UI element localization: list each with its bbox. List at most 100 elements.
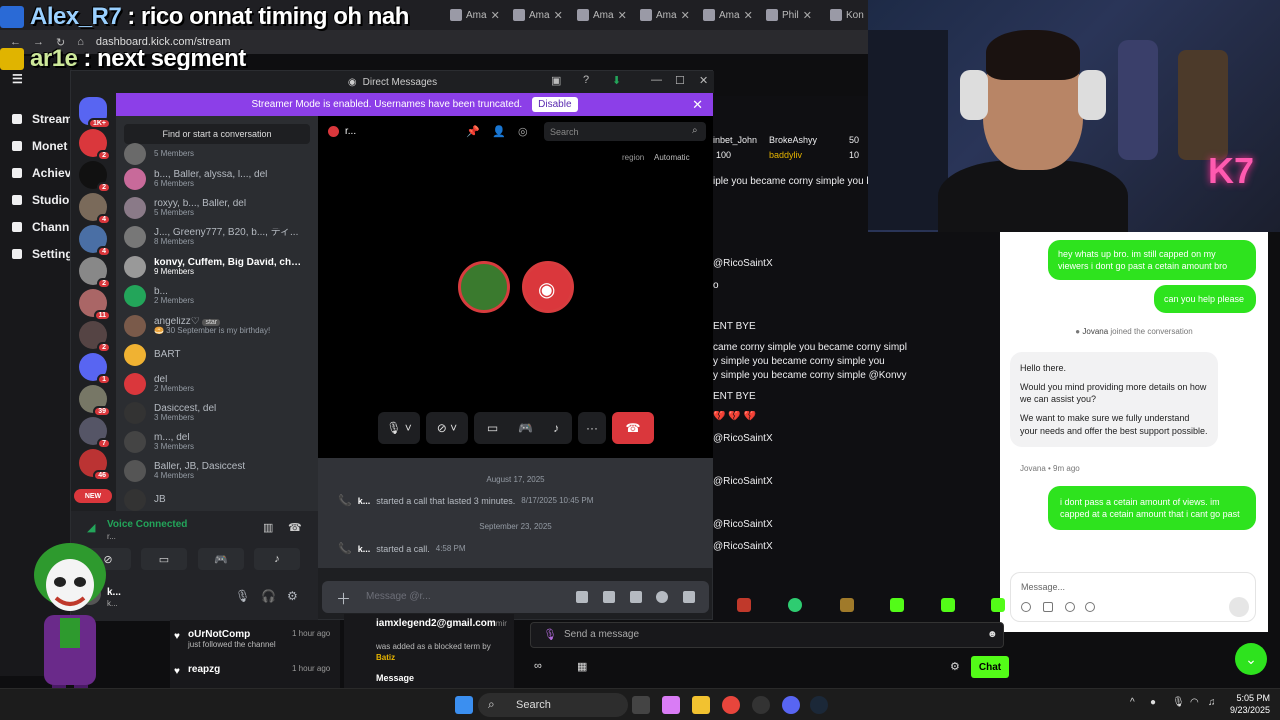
dm-item[interactable]: b... 2 Members <box>124 282 314 310</box>
server-icon[interactable]: 4 <box>79 193 111 225</box>
add-friend-icon[interactable]: 👤 <box>492 125 506 138</box>
dm-item[interactable]: J..., Greeny777, B20, b..., ディ... 8 Membe… <box>124 223 314 251</box>
gif-icon[interactable] <box>603 591 615 603</box>
browser-tab[interactable]: Ama ✕ <box>640 4 690 26</box>
nav-item-settings[interactable]: Setting <box>12 247 73 261</box>
browser-tab[interactable]: Phil ✕ <box>766 4 812 26</box>
dm-item[interactable]: 5 Members <box>124 140 314 168</box>
activity-icon[interactable] <box>683 591 695 603</box>
screen-share-button[interactable]: ▭ <box>141 548 187 570</box>
chrome-icon[interactable] <box>722 696 740 714</box>
nav-item-studio[interactable]: Studio <box>12 193 69 207</box>
dm-item[interactable]: roxyy, b..., Baller, del 5 Members <box>124 194 314 222</box>
headphones-icon[interactable]: 🎧 <box>261 589 276 603</box>
taskbar-search[interactable]: ⌕ Search <box>478 693 628 717</box>
blocked-by[interactable]: Batiz <box>376 653 395 662</box>
emoji-icon[interactable]: ☻ <box>987 629 998 640</box>
nav-item-achievements[interactable]: Achiev <box>12 166 71 180</box>
add-attachment-icon[interactable]: ＋ <box>336 588 351 609</box>
close-icon[interactable]: ✕ <box>699 74 708 87</box>
noise-suppression-icon[interactable]: ▥ <box>263 521 273 534</box>
close-icon[interactable]: ✕ <box>744 9 753 22</box>
tray-icon[interactable]: ● <box>1150 697 1156 708</box>
emote-icon[interactable] <box>890 598 904 612</box>
task-view-icon[interactable] <box>632 696 650 714</box>
close-icon[interactable]: ✕ <box>681 9 690 22</box>
discord-icon[interactable] <box>782 696 800 714</box>
home-server-icon[interactable]: 1K+ <box>79 97 111 129</box>
microphone-icon[interactable]: 🎙 <box>235 589 250 603</box>
download-icon[interactable]: ⬇ <box>612 74 621 87</box>
message-input[interactable]: ＋ Message @r... <box>322 581 709 613</box>
browser-tab[interactable]: Ama ✕ <box>577 4 627 26</box>
store-icon[interactable]: ▦ <box>577 660 587 673</box>
close-icon[interactable]: ✕ <box>554 9 563 22</box>
emoji-icon[interactable] <box>656 591 668 603</box>
server-icon[interactable]: 4 <box>79 225 111 257</box>
nav-item-stream[interactable]: Stream <box>12 112 73 126</box>
emote-icon[interactable] <box>788 598 802 612</box>
pin-icon[interactable]: 📌 <box>466 125 480 138</box>
call-title[interactable]: r... <box>345 126 356 137</box>
minimize-icon[interactable]: — <box>651 74 662 86</box>
more-icon[interactable]: ··· <box>578 412 606 444</box>
browser-tab[interactable]: Ama ✕ <box>703 4 753 26</box>
soundboard-button[interactable]: ♪ <box>254 548 300 570</box>
server-icon[interactable]: 11 <box>79 289 111 321</box>
server-icon[interactable]: 2 <box>79 161 111 193</box>
wifi-icon[interactable]: ◠ <box>1190 697 1199 708</box>
camera-button[interactable]: ⊘ ˅ <box>426 412 468 444</box>
attachment-icon[interactable] <box>1065 602 1075 612</box>
chevron-up-icon[interactable]: ^ <box>1130 697 1135 708</box>
activity-button[interactable]: 🎮 <box>198 548 244 570</box>
volume-icon[interactable]: ♫ <box>1208 697 1216 708</box>
disconnect-icon[interactable]: ☎ <box>288 521 302 534</box>
close-icon[interactable]: ✕ <box>692 97 703 113</box>
system-clock[interactable]: 5:05 PM 9/23/2025 <box>1222 693 1270 716</box>
region-select[interactable]: Automatic <box>654 153 690 162</box>
microphone-icon[interactable]: 🎙 <box>543 628 557 641</box>
server-icon[interactable]: 46 <box>79 449 111 481</box>
file-explorer-icon[interactable] <box>692 696 710 714</box>
server-icon[interactable]: 2 <box>79 321 111 353</box>
link-icon[interactable]: ∞ <box>534 660 542 672</box>
voice-status[interactable]: Voice Connected <box>107 519 187 530</box>
inbox-icon[interactable]: ▣ <box>551 74 561 87</box>
server-icon[interactable]: 1 <box>79 353 111 385</box>
steam-icon[interactable] <box>810 696 828 714</box>
browser-tab[interactable]: Ama ✕ <box>513 4 563 26</box>
screen-share-group[interactable]: ▭ 🎮 ♪ <box>474 412 572 444</box>
emote-icon[interactable] <box>840 598 854 612</box>
close-icon[interactable]: ✕ <box>803 9 812 22</box>
message-user[interactable]: k... <box>358 496 371 506</box>
obs-icon[interactable] <box>752 696 770 714</box>
message-user[interactable]: k... <box>358 544 371 554</box>
dm-item[interactable]: angelizz♡ star 🥯 30 September is my birth… <box>124 312 314 340</box>
gear-icon[interactable]: ⚙ <box>287 589 298 603</box>
chevron-down-icon[interactable]: ⌄ <box>1235 643 1267 675</box>
send-message-input[interactable]: 🎙 Send a message ☻ <box>530 622 1004 648</box>
close-icon[interactable]: ✕ <box>491 9 500 22</box>
maximize-icon[interactable]: ☐ <box>675 74 685 87</box>
copilot-icon[interactable] <box>662 696 680 714</box>
dm-item[interactable]: Baller, JB, Dasiccest 4 Members <box>124 457 314 485</box>
profile-icon[interactable]: ◎ <box>518 125 528 138</box>
send-icon[interactable] <box>1229 597 1249 617</box>
soundboard-icon[interactable]: ♪ <box>553 421 559 435</box>
dm-item[interactable]: JB <box>124 486 314 511</box>
browser-tab[interactable]: Ama ✕ <box>450 4 500 26</box>
server-icon[interactable]: 2 <box>79 129 111 161</box>
help-icon[interactable]: ? <box>583 74 589 86</box>
dm-item[interactable]: konvy, Cuffem, Big David, che... 9 Member… <box>124 253 314 281</box>
gif-icon[interactable] <box>1043 602 1053 612</box>
dm-item[interactable]: BART <box>124 341 314 369</box>
dm-item[interactable]: del 2 Members <box>124 370 314 398</box>
nav-item-monetization[interactable]: Monet <box>12 139 67 153</box>
browser-tab[interactable]: Kon <box>830 4 864 26</box>
gift-icon[interactable] <box>576 591 588 603</box>
server-icon[interactable]: 39 <box>79 385 111 417</box>
emote-icon[interactable] <box>991 598 1005 612</box>
disable-button[interactable]: Disable <box>532 97 578 112</box>
activity-icon[interactable]: 🎮 <box>518 421 533 435</box>
menu-icon[interactable]: ☰ <box>12 72 23 86</box>
